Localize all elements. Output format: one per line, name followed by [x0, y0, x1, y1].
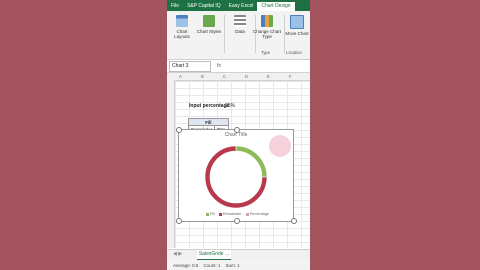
column-header[interactable]: C: [223, 74, 226, 79]
chart-styles-icon: [203, 15, 215, 27]
data-label: Data: [235, 29, 245, 34]
chart-legend[interactable]: Fill Remainder Percentage: [179, 212, 293, 216]
status-count: Count: 1: [203, 262, 221, 268]
sheet-tab-bar: ◀ ▶ SalesGride ...: [167, 249, 310, 261]
chart-layouts-button[interactable]: Chart Layouts: [169, 15, 195, 47]
move-chart-icon: [290, 15, 304, 29]
change-chart-type-button[interactable]: Change Chart Type: [250, 15, 284, 47]
nav-arrows-icon[interactable]: ◀ ▶: [173, 251, 182, 257]
move-chart-label: Move Chart: [285, 31, 309, 36]
tab-easy-excel[interactable]: Easy Excel: [225, 3, 258, 9]
change-chart-type-icon: [261, 15, 273, 27]
change-chart-type-label: Change Chart Type: [252, 29, 282, 39]
status-bar: Average: 0.5 Count: 1 Sum: 1: [167, 260, 310, 270]
cursor-highlight: [269, 135, 291, 157]
status-average: Average: 0.5: [173, 262, 199, 268]
legend-entry: Fill: [210, 212, 215, 216]
chart-styles-button[interactable]: Chart Styles: [196, 15, 222, 47]
status-sum: Sum: 1: [225, 262, 240, 268]
resize-handle[interactable]: [234, 218, 240, 224]
excel-window: File S&P Capital IQ Easy Excel Chart Des…: [167, 0, 310, 270]
column-header[interactable]: F: [289, 74, 292, 79]
group-type: Type: [261, 50, 271, 55]
chart-layouts-label: Chart Layouts: [174, 29, 190, 39]
tab-file[interactable]: File: [167, 3, 183, 9]
column-headers: A B C D E F: [167, 73, 310, 81]
group-location: Location: [286, 50, 302, 55]
tab-chart-design[interactable]: Chart Design: [257, 0, 295, 11]
fx-icon[interactable]: fx: [217, 63, 221, 69]
data-icon: [234, 15, 246, 27]
ribbon-separator: [224, 15, 225, 53]
input-percentage-label: Input percentage: [189, 103, 230, 109]
menu-bar: File S&P Capital IQ Easy Excel Chart Des…: [167, 0, 310, 11]
legend-entry: Percentage: [249, 212, 269, 216]
resize-handle[interactable]: [291, 218, 297, 224]
legend-entry: Remainder: [222, 212, 242, 216]
ribbon: Chart Layouts Chart Styles Data Change C…: [167, 11, 310, 60]
chart-styles-label: Chart Styles: [196, 29, 222, 34]
column-header[interactable]: B: [201, 74, 204, 79]
chart-layouts-icon: [176, 15, 188, 27]
formula-bar: Chart 3 fx: [167, 60, 310, 73]
move-chart-button[interactable]: Move Chart: [284, 15, 310, 47]
resize-handle[interactable]: [176, 127, 182, 133]
column-header[interactable]: A: [179, 74, 182, 79]
tab-sp-capital-iq[interactable]: S&P Capital IQ: [183, 3, 225, 9]
legend-swatch: [245, 212, 249, 216]
column-header[interactable]: D: [245, 74, 248, 79]
row-headers: [167, 80, 175, 248]
legend-swatch: [206, 212, 209, 216]
resize-handle[interactable]: [176, 218, 182, 224]
legend-swatch: [218, 212, 222, 216]
doughnut-slice-fill[interactable]: [235, 145, 268, 178]
input-percentage-value[interactable]: 25%: [225, 103, 235, 109]
name-box[interactable]: Chart 3: [169, 60, 211, 72]
resize-handle[interactable]: [234, 127, 240, 133]
column-header[interactable]: E: [267, 74, 270, 79]
table-header: Fill: [188, 118, 229, 126]
